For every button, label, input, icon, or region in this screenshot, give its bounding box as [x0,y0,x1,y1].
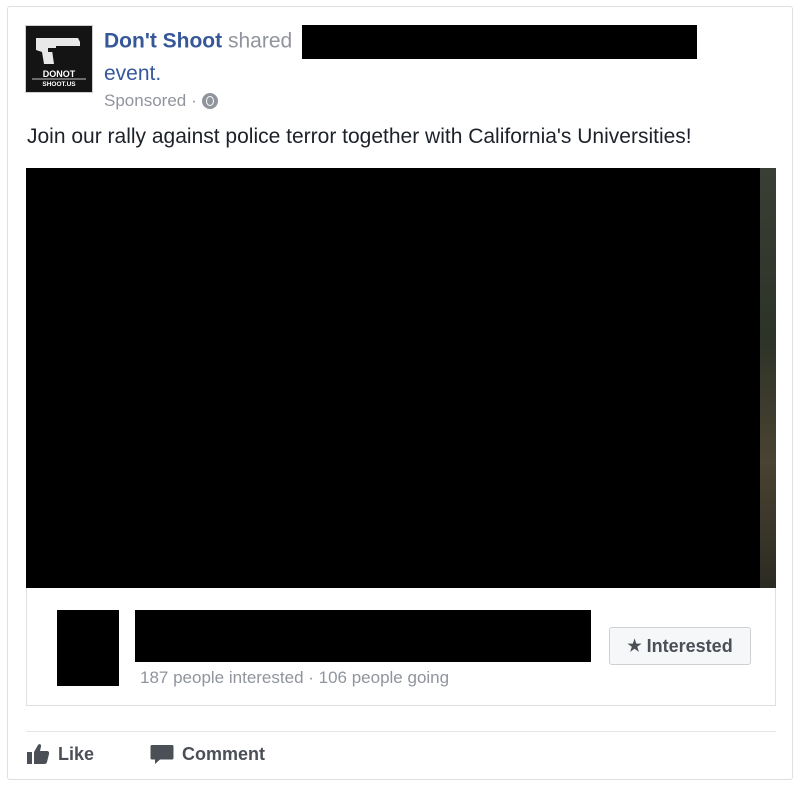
pistol-logo-icon: DONOT SHOOT.US [26,26,92,92]
like-button[interactable]: Like [26,743,94,765]
star-icon: ★ [627,638,642,655]
meta-separator: · [191,91,197,110]
shared-text: shared [227,29,293,53]
logo-line2: SHOOT.US [42,81,76,88]
interested-label: Interested [646,635,733,656]
action-divider [26,731,776,732]
interested-button[interactable]: ★ Interested [609,627,751,665]
sponsored-label[interactable]: Sponsored [104,91,186,111]
image-edge-strip [760,168,776,588]
post-message: Join our rally against police terror tog… [27,125,692,148]
event-cover-image[interactable] [26,168,776,588]
redacted-event-title[interactable] [135,610,591,662]
comment-label: Comment [182,743,266,764]
event-link[interactable]: event. [104,62,161,85]
speech-bubble-icon [150,745,174,764]
logo-line1: DONOT [43,69,76,79]
like-label: Like [58,743,95,764]
post-header: Don't Shoot shared event. [104,25,744,89]
post-meta: Sponsored · [104,91,218,111]
redacted-event-date-thumb [57,610,119,686]
comment-button[interactable]: Comment [150,743,265,765]
event-attachment[interactable]: 187 people interested · 106 people going… [26,588,776,706]
thumbs-up-icon [27,744,50,764]
redacted-event-owner [302,25,698,59]
post-card: DONOT SHOOT.US Don't Shoot shared event.… [7,6,793,780]
page-avatar[interactable]: DONOT SHOOT.US [25,25,93,93]
event-stats: 187 people interested · 106 people going [140,668,450,687]
page-name-link[interactable]: Don't Shoot [104,30,222,53]
globe-icon[interactable] [201,93,218,109]
